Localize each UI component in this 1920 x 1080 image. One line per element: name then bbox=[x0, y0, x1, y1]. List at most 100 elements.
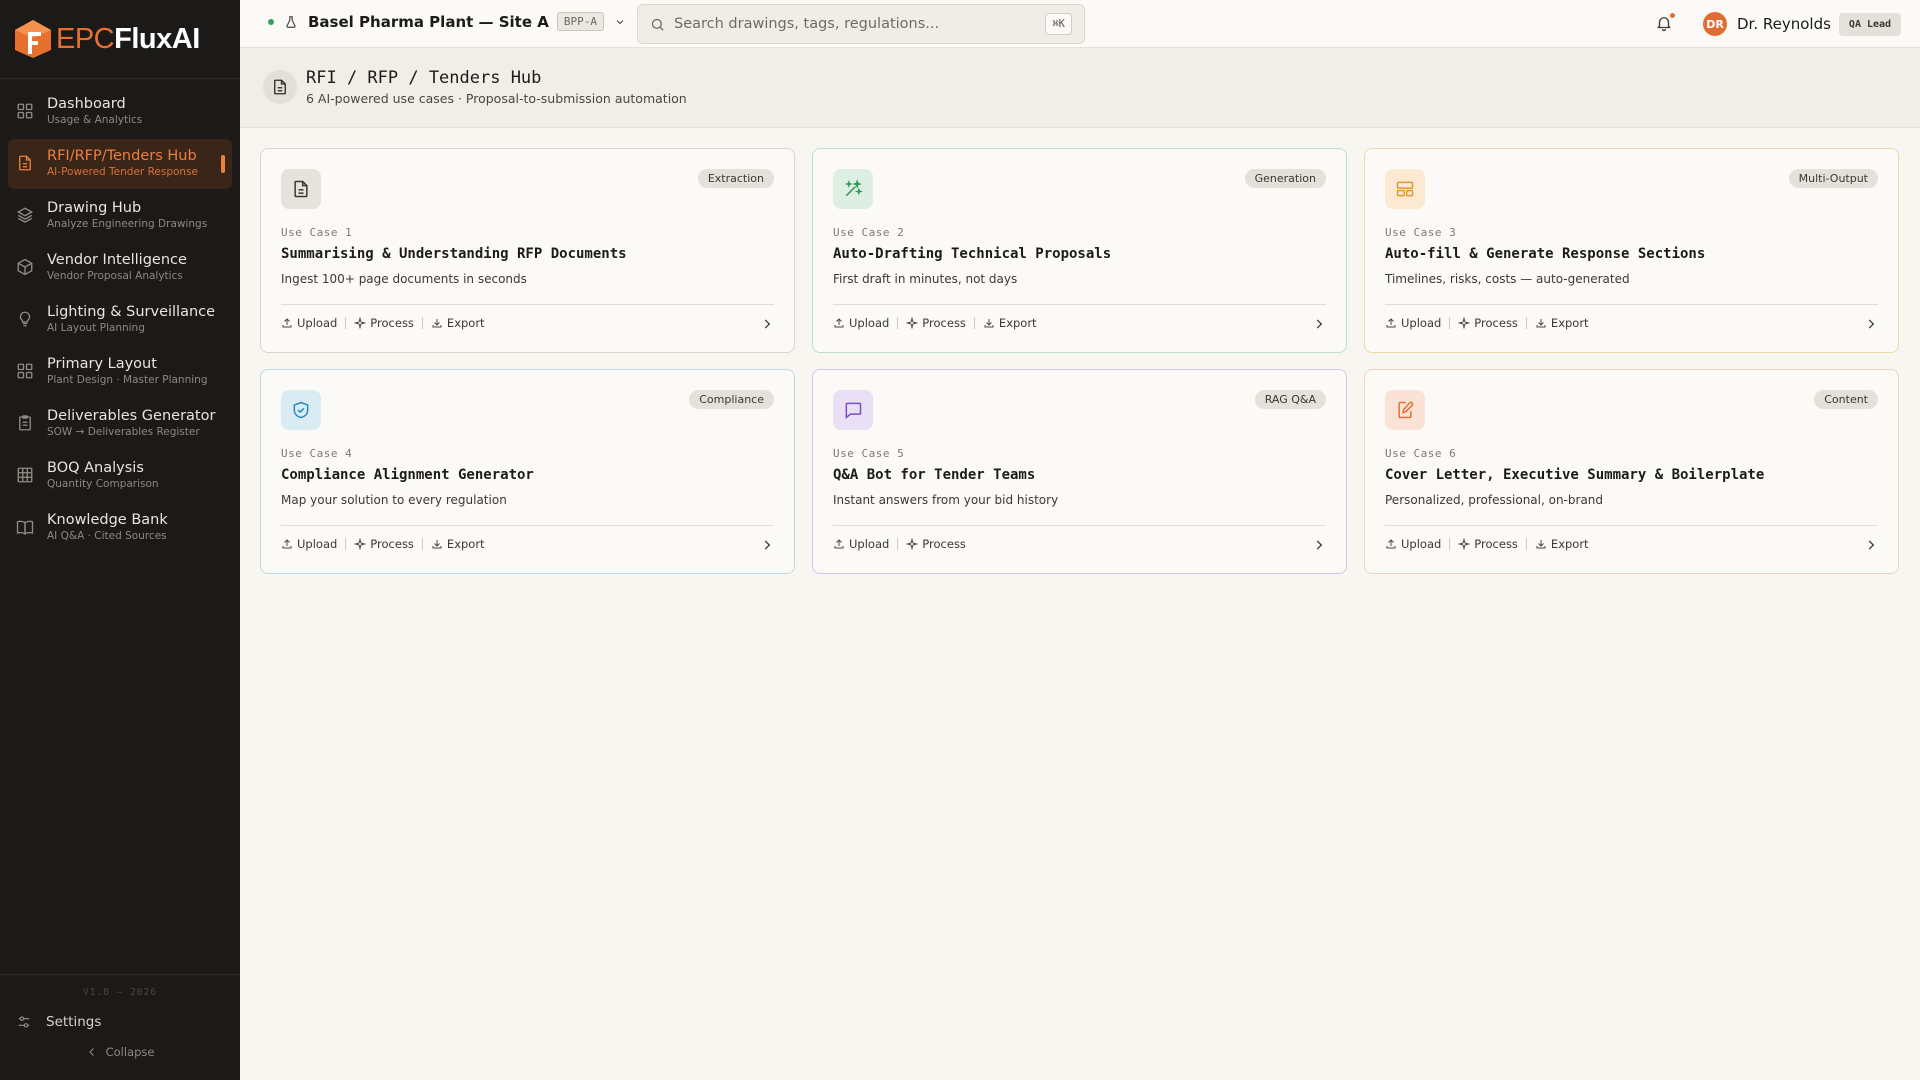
layout-icon bbox=[1385, 169, 1425, 209]
use-case-card-2[interactable]: Generation Use Case 2 Auto-Drafting Tech… bbox=[812, 148, 1347, 353]
download-icon bbox=[1536, 319, 1546, 328]
sidebar-item-primary-layout[interactable]: Primary Layout Plant Design · Master Plan… bbox=[8, 347, 232, 397]
page-subtitle: 6 AI-powered use cases · Proposal-to-sub… bbox=[306, 91, 687, 106]
collapse-label: Collapse bbox=[105, 1045, 155, 1059]
card-divider bbox=[833, 304, 1326, 305]
upload-button[interactable]: Upload bbox=[833, 316, 889, 330]
chat-icon bbox=[833, 390, 873, 430]
sidebar-item-dashboard[interactable]: Dashboard Usage & Analytics bbox=[8, 87, 232, 137]
upload-icon bbox=[834, 318, 844, 328]
use-case-card-6[interactable]: Content Use Case 6 Cover Letter, Executi… bbox=[1364, 369, 1899, 574]
upload-button[interactable]: Upload bbox=[1385, 537, 1441, 551]
export-button[interactable]: Export bbox=[1535, 537, 1589, 551]
upload-button[interactable]: Upload bbox=[281, 316, 337, 330]
export-button[interactable]: Export bbox=[431, 316, 485, 330]
card-description: Ingest 100+ page documents in seconds bbox=[281, 272, 527, 286]
use-case-card-4[interactable]: Compliance Use Case 4 Compliance Alignme… bbox=[260, 369, 795, 574]
use-case-number: Use Case 5 bbox=[833, 447, 905, 460]
chevron-right-icon[interactable] bbox=[1312, 317, 1326, 331]
upload-button[interactable]: Upload bbox=[1385, 316, 1441, 330]
card-divider bbox=[833, 525, 1326, 526]
use-case-number: Use Case 2 bbox=[833, 226, 905, 239]
chevron-right-icon[interactable] bbox=[1864, 538, 1878, 552]
sidebar-item-label: Vendor Intelligence bbox=[47, 252, 187, 268]
process-button[interactable]: Process bbox=[354, 537, 414, 551]
process-button[interactable]: Process bbox=[1458, 316, 1518, 330]
use-case-card-1[interactable]: Extraction Use Case 1 Summarising & Unde… bbox=[260, 148, 795, 353]
page-title: RFI / RFP / Tenders Hub bbox=[306, 68, 542, 88]
sidebar-item-boq-analysis[interactable]: BOQ Analysis Quantity Comparison bbox=[8, 451, 232, 501]
chevron-right-icon[interactable] bbox=[1864, 317, 1878, 331]
chevron-right-icon[interactable] bbox=[760, 317, 774, 331]
use-case-number: Use Case 3 bbox=[1385, 226, 1457, 239]
sidebar-item-sublabel: AI Layout Planning bbox=[47, 322, 145, 334]
export-button[interactable]: Export bbox=[1535, 316, 1589, 330]
upload-button[interactable]: Upload bbox=[833, 537, 889, 551]
sidebar-item-lighting-surveillance[interactable]: Lighting & Surveillance AI Layout Plannin… bbox=[8, 295, 232, 345]
use-case-number: Use Case 6 bbox=[1385, 447, 1457, 460]
sparkle-icon bbox=[1458, 538, 1471, 550]
sidebar-item-deliverables-generator[interactable]: Deliverables Generator SOW → Deliverables… bbox=[8, 399, 232, 449]
user-menu[interactable]: DR Dr. Reynolds QA Lead bbox=[1703, 12, 1902, 36]
card-divider bbox=[1385, 304, 1878, 305]
card-actions: Upload Process Export bbox=[1385, 316, 1589, 330]
use-case-card-3[interactable]: Multi-Output Use Case 3 Auto-fill & Gene… bbox=[1364, 148, 1899, 353]
card-title: Auto-Drafting Technical Proposals bbox=[833, 246, 1112, 262]
document-icon bbox=[263, 70, 297, 104]
sidebar-item-knowledge-bank[interactable]: Knowledge Bank AI Q&A · Cited Sources bbox=[8, 503, 232, 553]
category-badge: RAG Q&A bbox=[1254, 390, 1326, 409]
upload-button[interactable]: Upload bbox=[281, 537, 337, 551]
sidebar-item-drawing-hub[interactable]: Drawing Hub Analyze Engineering Drawings bbox=[8, 191, 232, 241]
process-button[interactable]: Process bbox=[1458, 537, 1518, 551]
document-icon bbox=[281, 169, 321, 209]
process-button[interactable]: Process bbox=[906, 537, 966, 551]
search-input[interactable] bbox=[674, 16, 1034, 32]
process-button[interactable]: Process bbox=[354, 316, 414, 330]
grid-icon bbox=[17, 103, 33, 119]
search-bar[interactable]: ⌘K bbox=[637, 4, 1085, 44]
brand-logo[interactable]: EPCFluxAI bbox=[0, 0, 240, 79]
search-shortcut: ⌘K bbox=[1045, 13, 1072, 35]
export-button[interactable]: Export bbox=[431, 537, 485, 551]
sidebar-item-label: Drawing Hub bbox=[47, 200, 142, 216]
category-badge: Content bbox=[1814, 390, 1878, 409]
collapse-button[interactable]: Collapse bbox=[0, 1045, 240, 1059]
settings-button[interactable]: Settings bbox=[0, 1014, 240, 1030]
card-title: Compliance Alignment Generator bbox=[281, 467, 534, 483]
edit-document-icon bbox=[1385, 390, 1425, 430]
chevron-right-icon[interactable] bbox=[760, 538, 774, 552]
magic-wand-icon bbox=[833, 169, 873, 209]
logo-icon bbox=[12, 18, 54, 60]
chevron-right-icon[interactable] bbox=[1312, 538, 1326, 552]
sparkle-icon bbox=[906, 317, 919, 329]
sidebar-item-vendor-intelligence[interactable]: Vendor Intelligence Vendor Proposal Analy… bbox=[8, 243, 232, 293]
sidebar-item-sublabel: SOW → Deliverables Register bbox=[47, 426, 200, 438]
card-title: Auto-fill & Generate Response Sections bbox=[1385, 246, 1706, 262]
sidebar-item-label: Knowledge Bank bbox=[47, 512, 168, 528]
sidebar-item-sublabel: Usage & Analytics bbox=[47, 114, 143, 126]
process-button[interactable]: Process bbox=[906, 316, 966, 330]
sidebar-item-sublabel: Analyze Engineering Drawings bbox=[47, 218, 208, 230]
sidebar-item-sublabel: Vendor Proposal Analytics bbox=[47, 270, 183, 282]
export-button[interactable]: Export bbox=[983, 316, 1037, 330]
card-divider bbox=[1385, 525, 1878, 526]
card-title: Summarising & Understanding RFP Document… bbox=[281, 246, 627, 262]
sidebar-item-label: Dashboard bbox=[47, 96, 126, 112]
status-dot bbox=[268, 18, 274, 25]
site-code-badge: BPP-A bbox=[556, 12, 604, 31]
layers-icon bbox=[16, 207, 34, 223]
lightbulb-icon bbox=[19, 311, 31, 327]
site-selector[interactable]: Basel Pharma Plant — Site A BPP-A bbox=[268, 12, 626, 31]
sidebar-item-label: RFI/RFP/Tenders Hub bbox=[47, 148, 197, 164]
sidebar-item-tenders-hub[interactable]: RFI/RFP/Tenders Hub AI-Powered Tender Res… bbox=[8, 139, 232, 189]
sidebar-item-sublabel: Quantity Comparison bbox=[47, 478, 159, 490]
category-badge: Generation bbox=[1244, 169, 1326, 188]
card-actions: Upload Process Export bbox=[281, 316, 485, 330]
card-actions: Upload Process bbox=[833, 537, 966, 551]
version-label: V1.0 — 2026 bbox=[83, 987, 157, 998]
use-case-card-5[interactable]: RAG Q&A Use Case 5 Q&A Bot for Tender Te… bbox=[812, 369, 1347, 574]
chevron-left-icon bbox=[88, 1048, 94, 1056]
topbar: Basel Pharma Plant — Site A BPP-A ⌘K DR … bbox=[240, 0, 1920, 48]
sidebar-nav: Dashboard Usage & Analytics RFI/RFP/Tende… bbox=[0, 79, 240, 553]
sidebar-footer: V1.0 — 2026 Settings Collapse bbox=[0, 974, 240, 1080]
